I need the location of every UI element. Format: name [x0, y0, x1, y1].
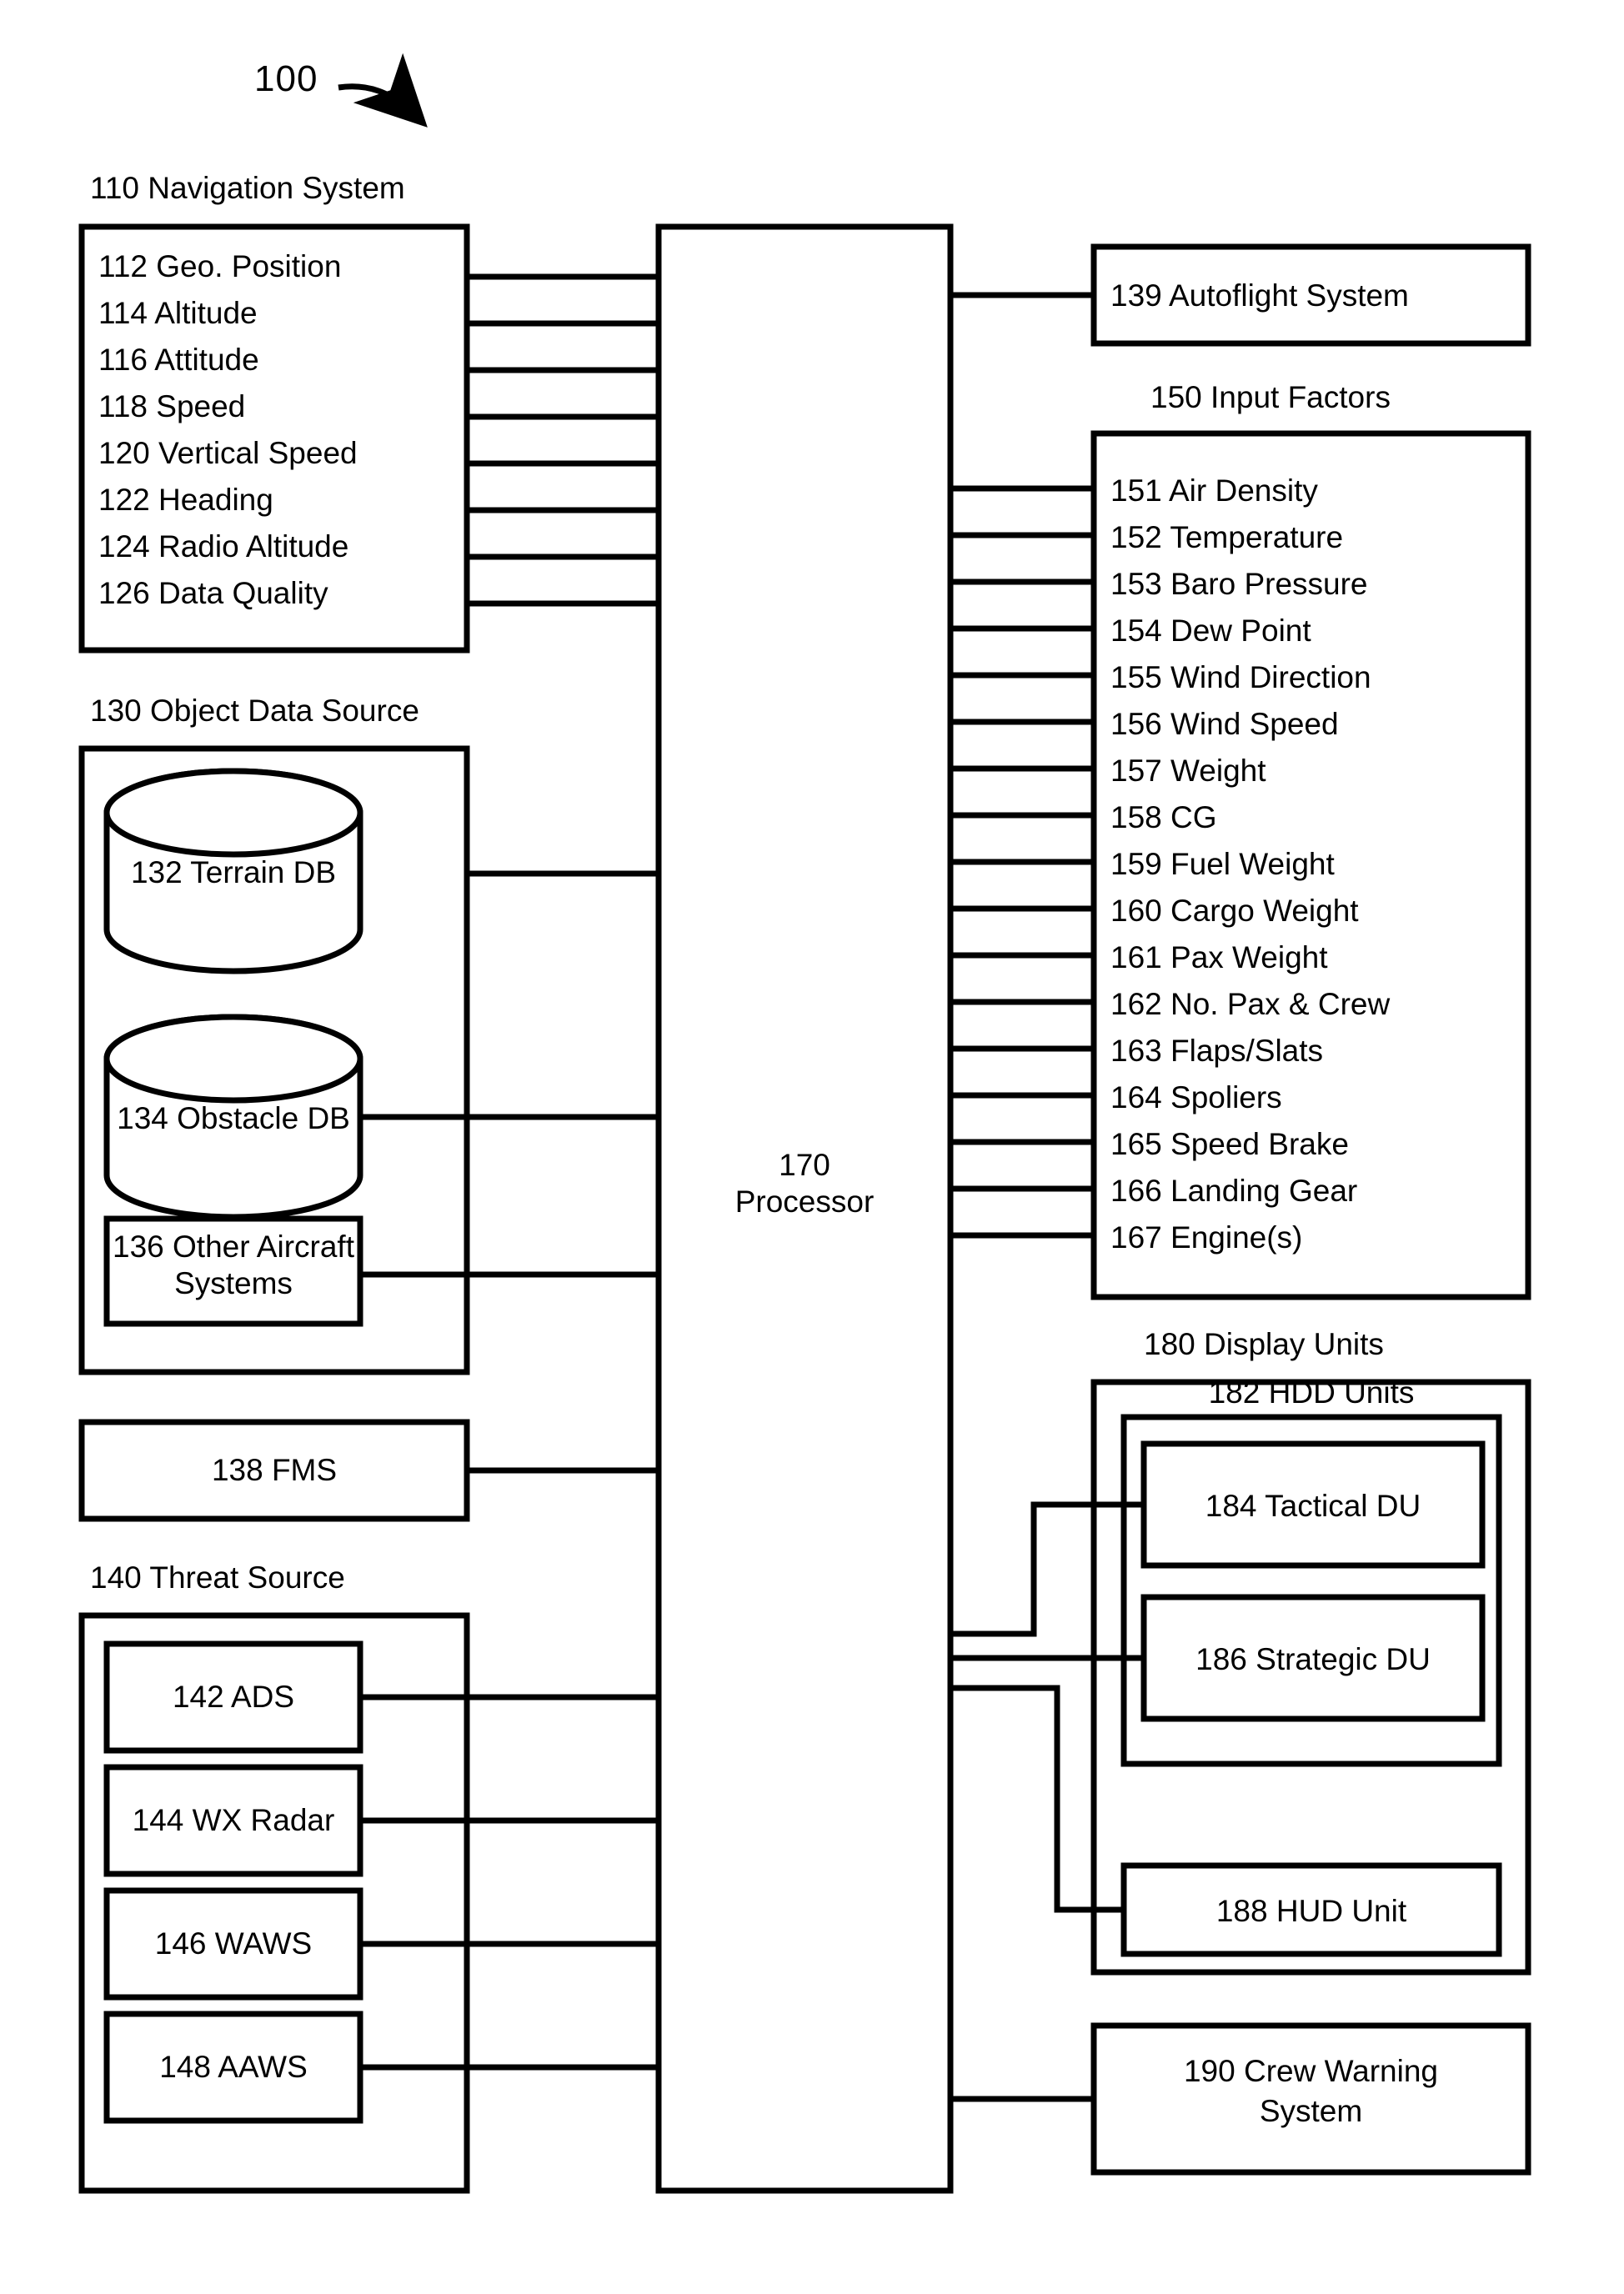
nav-item-126: 126 Data Quality — [98, 576, 328, 610]
figure-reference-numeral: 100 — [254, 58, 318, 99]
obstacle-db-label: 134 Obstacle DB — [117, 1101, 350, 1135]
nav-item-112: 112 Geo. Position — [98, 249, 342, 283]
crew-warning-system-label-line2: System — [1259, 2094, 1363, 2128]
display-units-caption: 180 Display Units — [1144, 1327, 1384, 1361]
nav-item-120: 120 Vertical Speed — [98, 436, 358, 470]
tactical-du-label: 184 Tactical DU — [1205, 1489, 1421, 1523]
hdd-units-box — [1120, 1414, 1502, 1767]
nav-item-116: 116 Attitude — [98, 343, 259, 377]
input-item-156: 156 Wind Speed — [1110, 707, 1339, 741]
input-factors-caption: 150 Input Factors — [1150, 380, 1391, 414]
input-item-159: 159 Fuel Weight — [1110, 847, 1335, 881]
input-item-164: 164 Spoliers — [1110, 1080, 1282, 1114]
crew-warning-system-label-line1: 190 Crew Warning — [1183, 2054, 1439, 2088]
nav-item-118: 118 Speed — [98, 389, 246, 423]
strategic-du-label: 186 Strategic DU — [1195, 1642, 1431, 1676]
hdd-units-caption: 182 HDD Units — [1208, 1375, 1415, 1410]
input-item-165: 165 Speed Brake — [1110, 1127, 1349, 1161]
other-aircraft-systems-label-line2: Systems — [174, 1266, 293, 1300]
object-data-source-caption: 130 Object Data Source — [90, 694, 419, 728]
processor-name: Processor — [734, 1185, 875, 1219]
input-item-162: 162 No. Pax & Crew — [1110, 987, 1391, 1021]
input-item-160: 160 Cargo Weight — [1110, 894, 1359, 928]
input-item-152: 152 Temperature — [1110, 520, 1344, 554]
other-aircraft-systems-label-line1: 136 Other Aircraft — [113, 1230, 354, 1264]
navigation-system-caption: 110 Navigation System — [90, 171, 405, 205]
fms-label: 138 FMS — [211, 1453, 338, 1487]
display-units-box — [1090, 1379, 1531, 1976]
input-item-154: 154 Dew Point — [1110, 614, 1311, 648]
waws-label: 146 WAWS — [154, 1926, 313, 1961]
input-item-155: 155 Wind Direction — [1110, 660, 1371, 694]
input-item-151: 151 Air Density — [1110, 473, 1318, 508]
input-item-166: 166 Landing Gear — [1110, 1174, 1358, 1208]
input-item-153: 153 Baro Pressure — [1110, 567, 1368, 601]
input-item-161: 161 Pax Weight — [1110, 940, 1328, 974]
aaws-label: 148 AAWS — [159, 2050, 308, 2084]
connector-188 — [950, 1685, 1124, 1913]
connector-184 — [950, 1501, 1144, 1637]
terrain-db-label: 132 Terrain DB — [130, 855, 337, 889]
wx-radar-label: 144 WX Radar — [132, 1803, 335, 1837]
input-item-158: 158 CG — [1110, 800, 1217, 834]
threat-source-caption: 140 Threat Source — [90, 1560, 345, 1595]
autoflight-system-label: 139 Autoflight System — [1110, 278, 1409, 313]
hud-unit-label: 188 HUD Unit — [1215, 1894, 1407, 1928]
patent-figure-sheet: 100 110 Navigation System 112 Geo. Posit… — [0, 0, 1624, 2294]
nav-item-114: 114 Altitude — [98, 296, 258, 330]
input-item-157: 157 Weight — [1110, 754, 1266, 788]
input-item-163: 163 Flaps/Slats — [1110, 1034, 1324, 1068]
figure-lead-arrow — [338, 53, 428, 128]
nav-item-122: 122 Heading — [98, 483, 273, 517]
input-item-167: 167 Engine(s) — [1110, 1220, 1303, 1255]
ads-label: 142 ADS — [172, 1680, 295, 1714]
nav-item-124: 124 Radio Altitude — [98, 529, 349, 563]
processor-numeral: 170 — [779, 1148, 830, 1182]
